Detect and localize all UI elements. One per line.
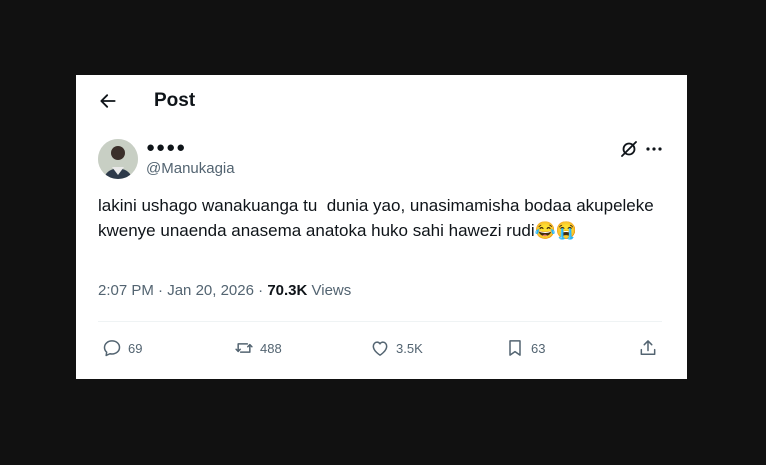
author-handle[interactable]: @Manukagia — [146, 160, 235, 177]
views-count: 70.3K — [267, 282, 308, 299]
heart-icon — [372, 341, 388, 356]
like-button[interactable]: 3.5K — [370, 328, 423, 368]
reply-button[interactable]: 69 — [102, 328, 142, 368]
reply-count: 69 — [128, 340, 143, 356]
author-display-name[interactable]: ●●●● — [146, 139, 186, 156]
avatar-image — [98, 139, 138, 179]
share-button[interactable] — [638, 328, 658, 368]
action-bar: 69 488 3.5K 63 — [98, 328, 662, 368]
page-title: Post — [154, 90, 196, 111]
repost-icon — [235, 343, 253, 353]
tweet-text: lakini ushago wanakuanga tu dunia yao, u… — [98, 196, 659, 240]
bookmark-button[interactable]: 63 — [505, 328, 545, 368]
bookmark-icon — [509, 340, 521, 356]
post-header: Post — [76, 75, 687, 127]
views-label: Views — [311, 282, 352, 299]
avatar[interactable] — [98, 139, 138, 179]
divider — [98, 321, 662, 322]
repost-count: 488 — [260, 340, 282, 356]
tweet-meta: 2:07 PM · Jan 20, 2026 · 70.3K Views — [98, 282, 351, 299]
more-horizontal-icon — [646, 147, 662, 151]
like-count: 3.5K — [396, 340, 423, 356]
arrow-left-icon — [100, 94, 116, 108]
bookmark-count: 63 — [531, 340, 546, 356]
share-icon — [640, 340, 656, 355]
tweet-time[interactable]: 2:07 PM — [98, 282, 154, 299]
tweet-date[interactable]: Jan 20, 2026 — [167, 282, 254, 299]
meta-separator: · — [258, 282, 264, 299]
more-button[interactable] — [644, 139, 664, 159]
repost-button[interactable]: 488 — [234, 328, 282, 368]
grok-icon — [621, 141, 637, 157]
post-card: Post ●●●● @Manukagia lakini ushago wanak… — [76, 75, 687, 379]
reply-icon — [103, 340, 121, 357]
grok-button[interactable] — [619, 139, 639, 159]
back-button[interactable] — [96, 89, 120, 113]
meta-separator: · — [158, 282, 164, 299]
